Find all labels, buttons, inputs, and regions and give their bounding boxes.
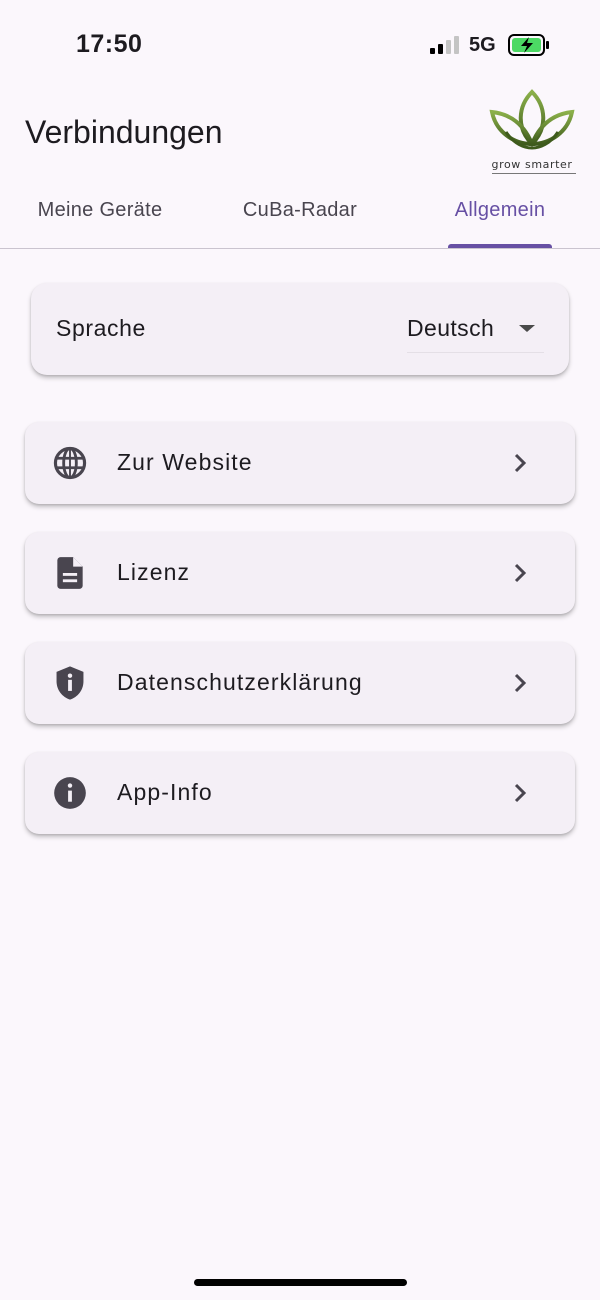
language-dropdown[interactable]: Deutsch — [407, 305, 544, 353]
company-logo: grow smarter — [484, 88, 580, 178]
tab-bar: Meine Geräte CuBa-Radar Allgemein — [0, 190, 600, 249]
chevron-right-icon — [514, 673, 527, 693]
language-label: Sprache — [56, 315, 146, 341]
page-title: Verbindungen — [25, 114, 223, 150]
chevron-right-icon — [514, 453, 527, 473]
status-bar: 17:50 5G — [0, 0, 600, 90]
menu-item-label: Lizenz — [117, 559, 191, 585]
network-type: 5G — [469, 34, 496, 56]
globe-icon — [53, 446, 87, 480]
menu-item-license[interactable]: Lizenz — [25, 532, 575, 614]
shield-info-icon — [56, 666, 84, 700]
tab-allgemein[interactable]: Allgemein — [400, 190, 600, 248]
language-card: Sprache Deutsch — [31, 283, 569, 375]
home-indicator[interactable] — [194, 1279, 407, 1286]
menu-item-app-info[interactable]: App-Info — [25, 752, 575, 834]
menu-item-label: Datenschutzerklärung — [117, 669, 363, 695]
leaf-logo-icon — [489, 89, 575, 150]
menu-item-website[interactable]: Zur Website — [25, 422, 575, 504]
status-time: 17:50 — [76, 30, 143, 58]
menu-item-label: App-Info — [117, 779, 213, 805]
logo-text: grow smarter — [491, 158, 573, 171]
chevron-right-icon — [514, 783, 527, 803]
chevron-right-icon — [514, 563, 527, 583]
menu-item-label: Zur Website — [117, 449, 253, 475]
tab-cuba-radar[interactable]: CuBa-Radar — [200, 190, 400, 248]
battery-charging-icon — [508, 34, 549, 56]
cellular-signal-icon — [430, 36, 459, 54]
active-tab-indicator — [448, 244, 552, 248]
menu-item-privacy-policy[interactable]: Datenschutzerklärung — [25, 642, 575, 724]
dropdown-arrow-icon — [519, 325, 535, 332]
tab-meine-geraete[interactable]: Meine Geräte — [0, 190, 200, 248]
document-icon — [57, 557, 83, 589]
logo-underline — [492, 173, 576, 174]
language-selected-value: Deutsch — [407, 315, 495, 341]
info-icon — [54, 777, 86, 809]
